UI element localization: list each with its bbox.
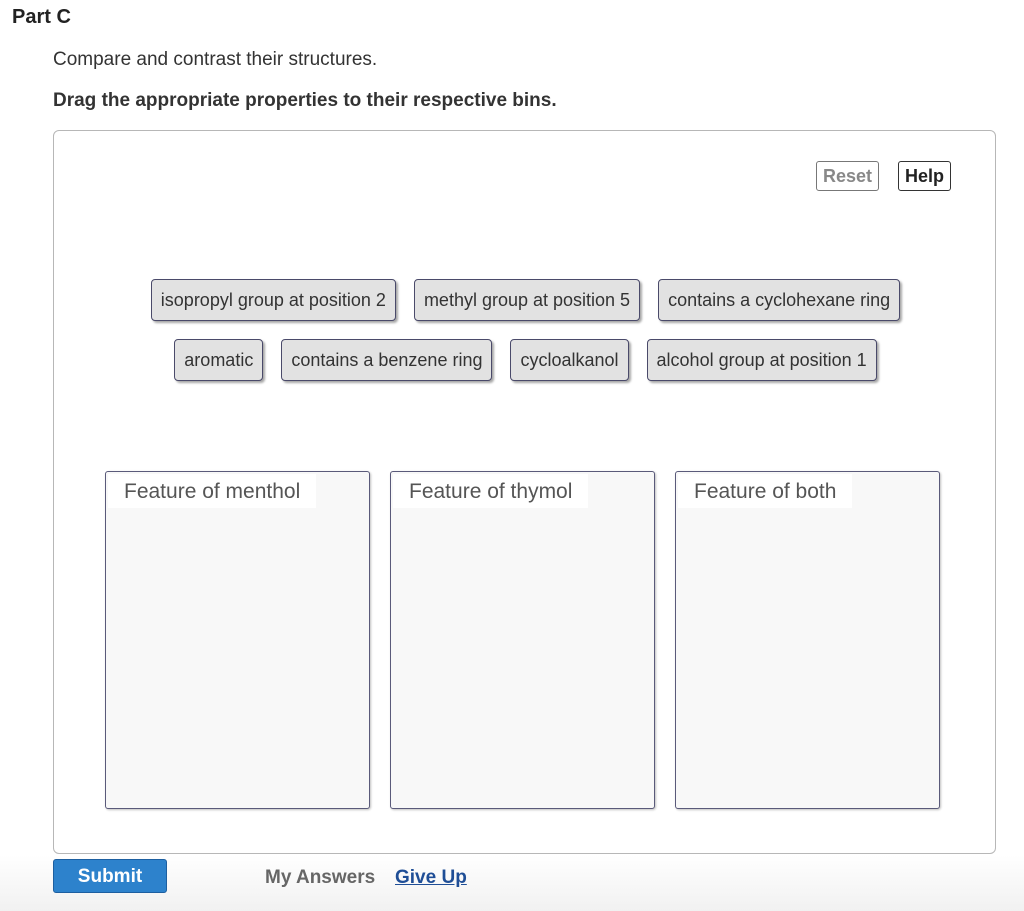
tile-alcohol-group[interactable]: alcohol group at position 1 [646, 339, 877, 381]
draggable-tiles: isopropyl group at position 2 methyl gro… [54, 279, 997, 399]
question-prompt: Compare and contrast their structures. [53, 49, 378, 70]
bin-label: Feature of both [678, 474, 853, 508]
help-button[interactable]: Help [898, 161, 952, 191]
tile-aromatic[interactable]: aromatic [174, 339, 264, 381]
bin-label: Feature of menthol [108, 474, 317, 508]
bin-both[interactable]: Feature of both [675, 471, 940, 809]
bin-label: Feature of thymol [393, 474, 589, 508]
give-up-link[interactable]: Give Up [395, 867, 467, 889]
drag-drop-work-area: Reset Help isopropyl group at position 2… [53, 130, 996, 854]
page: Part C Compare and contrast their struct… [0, 0, 1024, 911]
reset-button[interactable]: Reset [816, 161, 880, 191]
submit-button[interactable]: Submit [53, 859, 167, 893]
my-answers-label: My Answers [265, 867, 376, 888]
tile-isopropyl-group[interactable]: isopropyl group at position 2 [150, 279, 396, 321]
tile-cycloalkanol[interactable]: cycloalkanol [510, 339, 629, 381]
bin-thymol[interactable]: Feature of thymol [390, 471, 655, 809]
tile-methyl-group[interactable]: methyl group at position 5 [413, 279, 641, 321]
tile-row-2: aromatic contains a benzene ring cycloal… [54, 339, 997, 381]
question-instruction: Drag the appropriate properties to their… [53, 90, 557, 111]
part-title: Part C [12, 6, 71, 28]
bin-menthol[interactable]: Feature of menthol [105, 471, 370, 809]
tile-benzene-ring[interactable]: contains a benzene ring [281, 339, 493, 381]
tile-row-1: isopropyl group at position 2 methyl gro… [54, 279, 997, 321]
tile-cyclohexane-ring[interactable]: contains a cyclohexane ring [658, 279, 901, 321]
answer-footer: Submit My Answers Give Up [0, 855, 1024, 911]
